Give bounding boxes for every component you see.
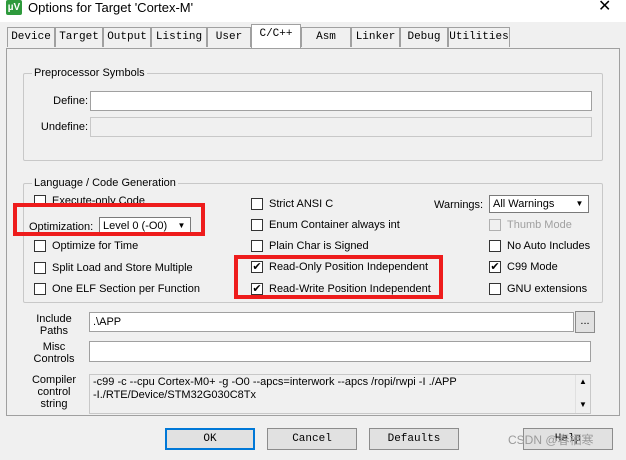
optimization-value: Level 0 (-O0) [103, 220, 168, 232]
undefine-label: Undefine: [40, 121, 88, 133]
include-paths-input[interactable]: .\APP [89, 312, 574, 332]
tab-c-cpp[interactable]: C/C++ [251, 24, 301, 48]
compiler-control-label-line1: Compiler [31, 374, 76, 386]
language-code-generation-group: Language / Code Generation Execute-only … [23, 176, 603, 303]
compiler-control-line2: -I./RTE/Device/STM32G030C8Tx [93, 389, 257, 401]
warnings-select[interactable]: All Warnings ▼ [489, 195, 589, 213]
compiler-control-label-line2: control [37, 386, 71, 398]
tab-user[interactable]: User [207, 27, 251, 47]
compiler-control-label-line3: string [40, 398, 68, 410]
execute-only-checkbox[interactable] [34, 195, 46, 207]
define-input[interactable] [90, 91, 592, 111]
title-bar: µV Options for Target 'Cortex-M' ✕ [0, 0, 626, 22]
split-load-store-label: Split Load and Store Multiple [52, 262, 193, 274]
optimization-select[interactable]: Level 0 (-O0) ▼ [99, 217, 191, 235]
strict-ansi-c-label: Strict ANSI C [269, 198, 334, 210]
enum-container-label: Enum Container always int [269, 219, 400, 231]
tab-output[interactable]: Output [103, 27, 151, 47]
close-icon[interactable]: ✕ [598, 0, 611, 16]
include-paths-label-line1: Include [36, 313, 72, 325]
plain-char-signed-label: Plain Char is Signed [269, 240, 369, 252]
ropi-label: Read-Only Position Independent [269, 261, 428, 273]
compiler-control-string-textarea[interactable]: -c99 -c --cpu Cortex-M0+ -g -O0 --apcs=i… [89, 374, 591, 414]
tab-listing[interactable]: Listing [151, 27, 207, 47]
tab-utilities[interactable]: Utilities [448, 27, 510, 47]
scroll-up-icon[interactable]: ▲ [576, 376, 590, 388]
include-paths-label: Include Paths [31, 313, 77, 337]
preprocessor-symbols-title: Preprocessor Symbols [32, 66, 147, 80]
include-paths-label-line2: Paths [39, 325, 69, 337]
no-auto-includes-label: No Auto Includes [507, 240, 591, 252]
ok-button[interactable]: OK [165, 428, 255, 450]
plain-char-signed-checkbox[interactable] [251, 240, 263, 252]
c99-mode-label: C99 Mode [507, 261, 558, 273]
gnu-extensions-checkbox[interactable] [489, 283, 501, 295]
no-auto-includes-checkbox[interactable] [489, 240, 501, 252]
optimize-for-time-checkbox[interactable] [34, 240, 46, 252]
tab-linker[interactable]: Linker [351, 27, 400, 47]
misc-controls-input[interactable] [89, 341, 591, 362]
chevron-down-icon: ▼ [575, 199, 584, 208]
csdn-watermark: CSDN @春栖寒 [508, 433, 594, 447]
window-title: Options for Target 'Cortex-M' [28, 0, 194, 15]
tab-device[interactable]: Device [7, 27, 55, 47]
enum-container-checkbox[interactable] [251, 219, 263, 231]
compiler-control-string-label: Compiler control string [27, 374, 81, 410]
thumb-mode-checkbox [489, 219, 501, 231]
one-elf-section-label: One ELF Section per Function [52, 283, 200, 295]
preprocessor-symbols-group: Preprocessor Symbols Define: Undefine: [23, 66, 603, 161]
tab-target[interactable]: Target [55, 27, 103, 47]
undefine-input [90, 117, 592, 137]
optimize-for-time-label: Optimize for Time [52, 240, 139, 252]
warnings-value: All Warnings [493, 198, 555, 210]
gnu-extensions-label: GNU extensions [507, 283, 588, 295]
warnings-label: Warnings: [434, 199, 484, 211]
misc-controls-label-line2: Controls [33, 353, 75, 365]
rwpi-label: Read-Write Position Independent [269, 283, 431, 295]
browse-include-paths-button[interactable]: ... [575, 311, 595, 333]
chevron-down-icon: ▼ [177, 221, 186, 230]
cancel-button[interactable]: Cancel [267, 428, 357, 450]
tab-debug[interactable]: Debug [400, 27, 448, 47]
rwpi-checkbox[interactable]: ✔ [251, 283, 263, 295]
compiler-control-line1: -c99 -c --cpu Cortex-M0+ -g -O0 --apcs=i… [93, 376, 457, 388]
tab-asm[interactable]: Asm [301, 27, 351, 47]
compiler-control-scrollbar[interactable]: ▲ ▼ [575, 375, 590, 413]
one-elf-section-checkbox[interactable] [34, 283, 46, 295]
misc-controls-label: Misc Controls [31, 341, 77, 365]
define-label: Define: [53, 95, 88, 107]
options-dialog: Device Target Output Listing User C/C++ … [0, 22, 626, 460]
c99-mode-checkbox[interactable]: ✔ [489, 261, 501, 273]
tab-panel-c-cpp: Preprocessor Symbols Define: Undefine: L… [6, 48, 620, 416]
language-code-generation-title: Language / Code Generation [32, 176, 178, 190]
misc-controls-label-line1: Misc [42, 341, 66, 353]
execute-only-label: Execute-only Code [52, 195, 145, 207]
strict-ansi-c-checkbox[interactable] [251, 198, 263, 210]
scroll-down-icon[interactable]: ▼ [576, 399, 590, 411]
keil-app-icon: µV [6, 0, 22, 15]
thumb-mode-label: Thumb Mode [507, 219, 572, 231]
optimization-label: Optimization: [29, 221, 94, 233]
defaults-button[interactable]: Defaults [369, 428, 459, 450]
ropi-checkbox[interactable]: ✔ [251, 261, 263, 273]
split-load-store-checkbox[interactable] [34, 262, 46, 274]
